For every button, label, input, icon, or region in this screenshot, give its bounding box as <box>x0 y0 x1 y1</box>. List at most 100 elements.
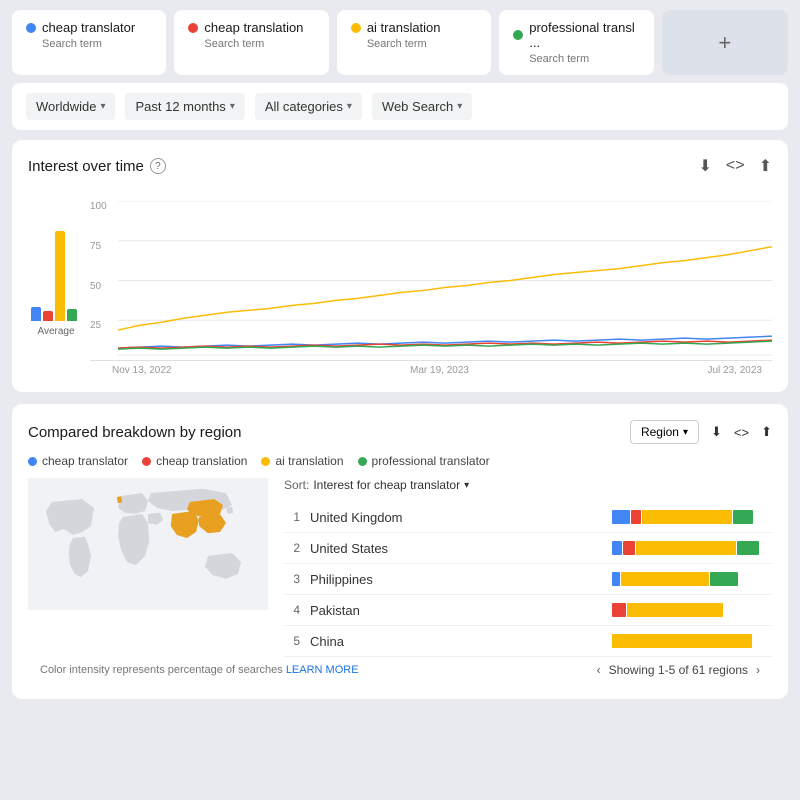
region-header: Compared breakdown by region Region ⬇ <>… <box>28 420 772 444</box>
avg-bars <box>31 201 81 321</box>
y-axis-labels: 100 75 50 25 <box>90 201 118 360</box>
term-label-4: Search term <box>529 53 639 65</box>
world-map <box>28 478 268 657</box>
avg-bar-yellow <box>55 231 65 321</box>
help-icon[interactable]: ? <box>150 158 166 174</box>
filter-location[interactable]: Worldwide <box>26 93 115 120</box>
next-page-button[interactable]: › <box>756 663 760 677</box>
term-name-2: cheap translation <box>188 20 314 35</box>
avg-bar-red <box>43 311 53 321</box>
bar-us-red <box>623 541 635 555</box>
legend-row: cheap translator cheap translation ai tr… <box>28 454 772 468</box>
download-icon[interactable]: ⬇ <box>699 156 712 176</box>
bar-uk-red <box>631 510 641 524</box>
europe <box>118 493 148 514</box>
region-controls: Region ⬇ <> ⬆ <box>630 420 772 444</box>
interest-over-time-panel: Interest over time ? ⬇ <> ⬆ Average 100 … <box>12 140 788 392</box>
bar-uk-yellow <box>642 510 732 524</box>
bar-cn-yellow <box>612 634 752 648</box>
filter-category[interactable]: All categories <box>255 93 362 120</box>
rank-row-5: 5 China <box>284 626 772 657</box>
search-term-card-1[interactable]: cheap translator Search term <box>12 10 166 75</box>
learn-more-link[interactable]: LEARN MORE <box>286 664 359 676</box>
term-name-1: cheap translator <box>26 20 152 35</box>
legend-dot-4 <box>358 457 367 466</box>
dot-3 <box>351 23 361 33</box>
chart-svg <box>118 201 772 360</box>
code-icon[interactable]: <> <box>726 157 745 175</box>
term-label-1: Search term <box>42 38 152 50</box>
bar-us-blue <box>612 541 622 555</box>
legend-item-2: cheap translation <box>142 454 247 468</box>
bar-ph-green <box>710 572 738 586</box>
ai-translation-line <box>118 247 772 330</box>
term-label-3: Search term <box>367 38 477 50</box>
filter-time[interactable]: Past 12 months <box>125 93 244 120</box>
panel-footer: Color intensity represents percentage of… <box>28 657 772 683</box>
term-name-3: ai translation <box>351 20 477 35</box>
rank-bars-2 <box>612 540 772 556</box>
map-svg <box>28 478 268 610</box>
region-content: Sort: Interest for cheap translator 1 Un… <box>28 478 772 657</box>
search-term-card-3[interactable]: ai translation Search term <box>337 10 491 75</box>
bar-us-green <box>737 541 759 555</box>
region-code-icon[interactable]: <> <box>734 425 749 440</box>
rank-row-1: 1 United Kingdom <box>284 502 772 533</box>
bar-ph-yellow <box>621 572 709 586</box>
avg-bar-green <box>67 309 77 321</box>
legend-dot-3 <box>261 457 270 466</box>
rankings-section: Sort: Interest for cheap translator 1 Un… <box>284 478 772 657</box>
term-name-4: professional transl ... <box>513 20 639 50</box>
legend-item-3: ai translation <box>261 454 343 468</box>
panel-header: Interest over time ? ⬇ <> ⬆ <box>28 156 772 176</box>
dot-2 <box>188 23 198 33</box>
top-bar: cheap translator Search term cheap trans… <box>0 0 800 83</box>
region-panel-title: Compared breakdown by region <box>28 424 241 441</box>
footer-text: Color intensity represents percentage of… <box>40 664 359 676</box>
china <box>187 499 223 517</box>
rank-bars-1 <box>612 509 772 525</box>
x-axis-labels: Nov 13, 2022 Mar 19, 2023 Jul 23, 2023 <box>112 365 772 376</box>
dot-4 <box>513 30 523 40</box>
share-icon[interactable]: ⬆ <box>759 156 772 176</box>
term-label-2: Search term <box>204 38 314 50</box>
region-type-button[interactable]: Region <box>630 420 699 444</box>
add-term-button[interactable]: + <box>662 10 788 75</box>
chart-area: Average 100 75 50 25 <box>28 186 772 361</box>
legend-dot-2 <box>142 457 151 466</box>
rank-bars-4 <box>612 602 772 618</box>
search-term-card-4[interactable]: professional transl ... Search term <box>499 10 653 75</box>
filter-bar: Worldwide Past 12 months All categories … <box>12 83 788 130</box>
legend-dot-1 <box>28 457 37 466</box>
filter-search-type[interactable]: Web Search <box>372 93 472 120</box>
bar-uk-green <box>733 510 753 524</box>
main-chart: 100 75 50 25 <box>90 201 772 361</box>
sort-value[interactable]: Interest for cheap translator <box>313 478 469 492</box>
panel-actions: ⬇ <> ⬆ <box>699 156 773 176</box>
legend-item-4: professional translator <box>358 454 490 468</box>
region-share-icon[interactable]: ⬆ <box>761 424 772 440</box>
sort-row: Sort: Interest for cheap translator <box>284 478 772 492</box>
avg-label: Average <box>37 326 74 337</box>
region-breakdown-panel: Compared breakdown by region Region ⬇ <>… <box>12 404 788 699</box>
avg-bar-blue <box>31 307 41 321</box>
bar-pk-yellow <box>627 603 723 617</box>
panel-title: Interest over time ? <box>28 158 166 175</box>
search-term-card-2[interactable]: cheap translation Search term <box>174 10 328 75</box>
prev-page-button[interactable]: ‹ <box>597 663 601 677</box>
region-download-icon[interactable]: ⬇ <box>711 424 722 440</box>
rank-row-4: 4 Pakistan <box>284 595 772 626</box>
average-bars-area: Average <box>28 201 84 361</box>
rank-row-3: 3 Philippines <box>284 564 772 595</box>
chart-svg-wrap <box>118 201 772 360</box>
rank-bars-5 <box>612 633 772 649</box>
bar-ph-blue <box>612 572 620 586</box>
dot-1 <box>26 23 36 33</box>
bar-uk-blue <box>612 510 630 524</box>
rank-row-2: 2 United States <box>284 533 772 564</box>
legend-item-1: cheap translator <box>28 454 128 468</box>
bar-pk-red <box>612 603 626 617</box>
bar-us-yellow <box>636 541 736 555</box>
pagination: ‹ Showing 1-5 of 61 regions › <box>597 663 760 677</box>
rank-bars-3 <box>612 571 772 587</box>
